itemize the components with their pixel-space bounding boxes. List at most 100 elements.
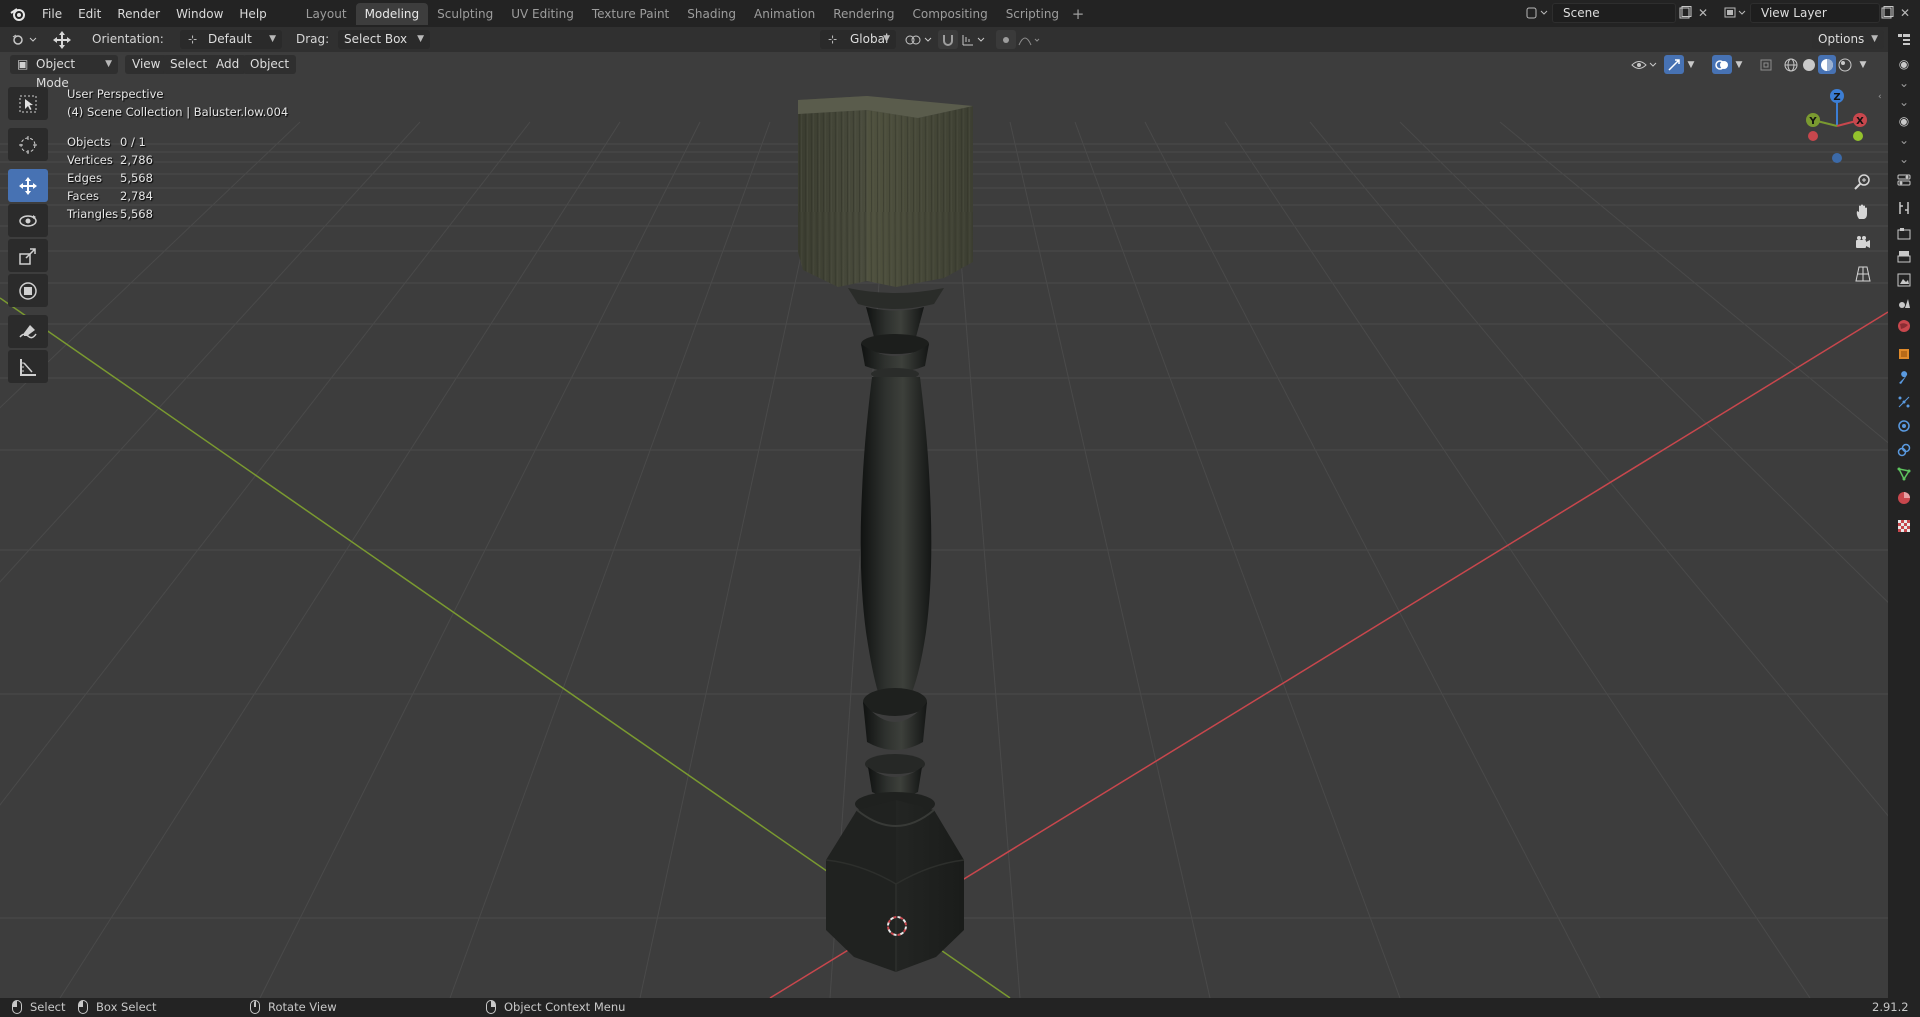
output-properties-icon[interactable] xyxy=(1895,248,1913,266)
rendered-shading-icon[interactable] xyxy=(1836,55,1854,74)
chevron-down-icon[interactable]: ⌄ xyxy=(1895,93,1913,111)
rotate-icon[interactable] xyxy=(8,204,48,237)
delete-scene-icon[interactable]: ✕ xyxy=(1690,3,1716,23)
select-menu[interactable]: Select xyxy=(163,55,215,74)
chevron-down-icon[interactable]: ▼ xyxy=(1732,55,1746,74)
baluster-object[interactable] xyxy=(798,96,973,972)
scale-icon[interactable] xyxy=(8,239,48,272)
gizmo-neg-x-icon[interactable] xyxy=(1808,131,1818,141)
chevron-down-icon[interactable]: ▼ xyxy=(1684,55,1698,74)
tab-sculpting[interactable]: Sculpting xyxy=(428,3,502,25)
tab-compositing[interactable]: Compositing xyxy=(903,3,996,25)
gizmo-toggle-icon[interactable] xyxy=(1664,55,1684,74)
tab-texture-paint[interactable]: Texture Paint xyxy=(583,3,678,25)
3d-viewport[interactable]: Z X Y xyxy=(0,52,1888,998)
solid-shading-icon[interactable] xyxy=(1800,55,1818,74)
tab-layout[interactable]: Layout xyxy=(297,3,356,25)
snap-target-icon[interactable] xyxy=(960,30,990,49)
blender-logo-icon[interactable] xyxy=(8,4,28,24)
drag-dropdown[interactable]: Select Box ▼ xyxy=(338,30,430,49)
transform-icon[interactable] xyxy=(8,274,48,307)
proportional-edit-icon[interactable] xyxy=(996,30,1016,49)
gizmo-neg-y-icon[interactable] xyxy=(1853,131,1863,141)
constraint-properties-icon[interactable] xyxy=(1895,441,1913,459)
tab-modeling[interactable]: Modeling xyxy=(355,2,429,25)
chevron-down-icon[interactable]: ⌄ xyxy=(1895,74,1913,92)
camera-view-icon[interactable] xyxy=(1850,230,1876,256)
mode-dropdown[interactable]: ▣ Object Mode ▼ xyxy=(10,55,118,90)
menu-edit[interactable]: Edit xyxy=(70,3,109,25)
pan-hand-icon[interactable] xyxy=(1850,199,1876,225)
eye-icon[interactable]: ◉ xyxy=(1895,112,1913,130)
pivot-point-icon[interactable] xyxy=(902,30,936,49)
menu-render[interactable]: Render xyxy=(109,3,168,25)
tab-scripting[interactable]: Scripting xyxy=(997,3,1068,25)
outliner-editor-icon[interactable] xyxy=(1895,31,1913,49)
annotate-icon[interactable] xyxy=(8,315,48,348)
scene-properties-icon[interactable] xyxy=(1895,294,1913,312)
chevron-down-icon: ▼ xyxy=(883,34,890,44)
stat-row: Faces 2,784 xyxy=(67,187,153,205)
move-icon[interactable] xyxy=(8,169,48,202)
gizmo-neg-z-icon[interactable] xyxy=(1832,153,1842,163)
sidebar-toggle-icon[interactable]: ‹ xyxy=(1878,92,1888,102)
menu-help[interactable]: Help xyxy=(231,3,274,25)
tab-uv-editing[interactable]: UV Editing xyxy=(502,3,583,25)
view-layer-name-field[interactable]: View Layer xyxy=(1750,3,1880,23)
options-dropdown[interactable]: Options ▼ xyxy=(1812,30,1884,49)
orientation-dropdown[interactable]: ⊹ Default ▼ xyxy=(180,30,282,49)
select-box-icon[interactable] xyxy=(8,87,48,120)
texture-properties-icon[interactable] xyxy=(1895,517,1913,535)
object-data-properties-icon[interactable] xyxy=(1895,465,1913,483)
zoom-icon[interactable] xyxy=(1850,169,1876,195)
stat-value: 0 / 1 xyxy=(120,135,146,149)
modifier-properties-icon[interactable] xyxy=(1895,369,1913,387)
tab-animation[interactable]: Animation xyxy=(745,3,824,25)
material-properties-icon[interactable] xyxy=(1895,489,1913,507)
add-menu[interactable]: Add xyxy=(209,55,247,74)
cursor-icon[interactable] xyxy=(8,128,48,161)
scene-selector-icon[interactable] xyxy=(1524,3,1550,23)
stat-key: Triangles xyxy=(67,207,119,221)
visibility-toggle-icon[interactable] xyxy=(1630,55,1660,74)
view-layer-properties-icon[interactable] xyxy=(1895,271,1913,289)
tool-properties-icon[interactable] xyxy=(1895,199,1913,217)
properties-editor-icon[interactable] xyxy=(1895,171,1913,189)
tab-rendering[interactable]: Rendering xyxy=(824,3,903,25)
chevron-down-icon[interactable]: ⌄ xyxy=(1895,150,1913,168)
delete-view-layer-icon[interactable]: ✕ xyxy=(1892,3,1918,23)
object-menu[interactable]: Object xyxy=(243,55,297,74)
orientation-axes-icon: ⊹ xyxy=(188,33,198,46)
overlays-toggle-icon[interactable] xyxy=(1712,55,1732,74)
wireframe-shading-icon[interactable] xyxy=(1782,55,1800,74)
eye-icon[interactable]: ◉ xyxy=(1895,55,1913,73)
render-properties-icon[interactable] xyxy=(1895,225,1913,243)
transform-orientation-dropdown[interactable]: ⊹ Global ▼ xyxy=(820,30,896,49)
tab-shading[interactable]: Shading xyxy=(678,3,745,25)
menu-file[interactable]: File xyxy=(34,3,70,25)
active-tool-move-icon[interactable] xyxy=(50,30,74,49)
view-layer-selector-icon[interactable] xyxy=(1722,3,1748,23)
object-properties-icon[interactable] xyxy=(1895,345,1913,363)
snap-toggle-icon[interactable] xyxy=(938,30,958,49)
chevron-down-icon: ▼ xyxy=(1871,34,1878,44)
measure-icon[interactable] xyxy=(8,350,48,383)
chevron-down-icon[interactable]: ⌄ xyxy=(1895,131,1913,149)
particles-properties-icon[interactable] xyxy=(1895,393,1913,411)
stat-key: Objects xyxy=(67,135,111,149)
menu-window[interactable]: Window xyxy=(168,3,231,25)
chevron-down-icon: ▼ xyxy=(417,34,424,44)
view-menu[interactable]: View xyxy=(125,55,168,74)
chevron-down-icon[interactable]: ▼ xyxy=(1856,55,1870,74)
add-workspace-button[interactable]: + xyxy=(1068,3,1088,25)
scene-name-field[interactable]: Scene xyxy=(1552,3,1676,23)
proportional-falloff-icon[interactable] xyxy=(1016,30,1042,49)
perspective-toggle-icon[interactable] xyxy=(1850,261,1876,287)
world-properties-icon[interactable] xyxy=(1895,317,1913,335)
physics-properties-icon[interactable] xyxy=(1895,417,1913,435)
xray-toggle-icon[interactable] xyxy=(1756,55,1776,74)
editor-type-icon[interactable] xyxy=(8,30,42,49)
material-preview-shading-icon[interactable] xyxy=(1818,55,1836,74)
viewport-perspective-label: User Perspective xyxy=(67,87,164,101)
object-mode-icon: ▣ xyxy=(17,57,29,71)
